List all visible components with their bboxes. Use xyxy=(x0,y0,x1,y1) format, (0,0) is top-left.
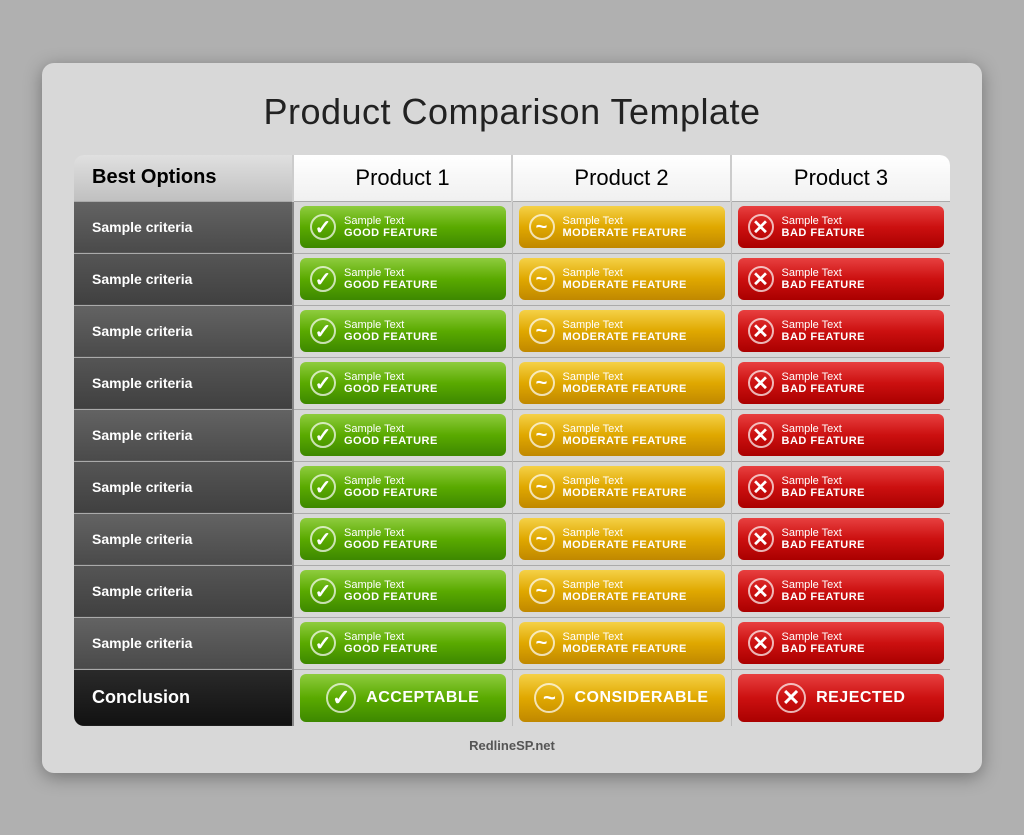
yellow-icon: ~ xyxy=(529,266,555,292)
table-row: Sample criteria ✓ Sample Text GOOD FEATU… xyxy=(74,201,950,253)
conclusion-green-icon: ✓ xyxy=(326,683,356,713)
comparison-table: Best Options Product 1 Product 2 Product… xyxy=(74,155,950,726)
green-cell: ✓ Sample Text GOOD FEATURE xyxy=(293,201,512,253)
red-icon: ✕ xyxy=(748,578,774,604)
yellow-cell: ~ Sample Text MODERATE FEATURE xyxy=(512,201,731,253)
yellow-icon: ~ xyxy=(529,318,555,344)
yellow-cell: ~ Sample Text MODERATE FEATURE xyxy=(512,617,731,669)
red-cell: ✕ Sample Text BAD FEATURE xyxy=(731,513,950,565)
red-icon: ✕ xyxy=(748,266,774,292)
green-icon: ✓ xyxy=(310,474,336,500)
green-icon: ✓ xyxy=(310,422,336,448)
criteria-cell: Sample criteria xyxy=(74,357,293,409)
green-icon: ✓ xyxy=(310,214,336,240)
yellow-cell: ~ Sample Text MODERATE FEATURE xyxy=(512,409,731,461)
conclusion-green-label: ACCEPTABLE xyxy=(366,689,479,707)
yellow-icon: ~ xyxy=(529,578,555,604)
red-icon: ✕ xyxy=(748,214,774,240)
conclusion-red-cell: ✕ REJECTED xyxy=(731,669,950,726)
conclusion-row: Conclusion ✓ ACCEPTABLE ~ CONSIDERABLE ✕… xyxy=(74,669,950,726)
yellow-cell: ~ Sample Text MODERATE FEATURE xyxy=(512,357,731,409)
red-cell: ✕ Sample Text BAD FEATURE xyxy=(731,565,950,617)
green-cell: ✓ Sample Text GOOD FEATURE xyxy=(293,565,512,617)
footer-text: RedlineSP.net xyxy=(74,738,950,753)
green-cell: ✓ Sample Text GOOD FEATURE xyxy=(293,409,512,461)
green-cell: ✓ Sample Text GOOD FEATURE xyxy=(293,513,512,565)
red-cell: ✕ Sample Text BAD FEATURE xyxy=(731,305,950,357)
green-cell: ✓ Sample Text GOOD FEATURE xyxy=(293,253,512,305)
green-cell: ✓ Sample Text GOOD FEATURE xyxy=(293,617,512,669)
criteria-cell: Sample criteria xyxy=(74,461,293,513)
red-cell: ✕ Sample Text BAD FEATURE xyxy=(731,357,950,409)
conclusion-criteria-cell: Conclusion xyxy=(74,669,293,726)
red-icon: ✕ xyxy=(748,318,774,344)
criteria-cell: Sample criteria xyxy=(74,565,293,617)
header-col2: Product 1 xyxy=(293,155,512,202)
table-row: Sample criteria ✓ Sample Text GOOD FEATU… xyxy=(74,357,950,409)
table-row: Sample criteria ✓ Sample Text GOOD FEATU… xyxy=(74,305,950,357)
yellow-cell: ~ Sample Text MODERATE FEATURE xyxy=(512,565,731,617)
page-title: Product Comparison Template xyxy=(74,91,950,133)
green-icon: ✓ xyxy=(310,630,336,656)
comparison-table-wrap: Best Options Product 1 Product 2 Product… xyxy=(74,155,950,726)
table-row: Sample criteria ✓ Sample Text GOOD FEATU… xyxy=(74,409,950,461)
red-icon: ✕ xyxy=(748,526,774,552)
red-icon: ✕ xyxy=(748,474,774,500)
yellow-icon: ~ xyxy=(529,526,555,552)
yellow-cell: ~ Sample Text MODERATE FEATURE xyxy=(512,305,731,357)
yellow-icon: ~ xyxy=(529,630,555,656)
table-row: Sample criteria ✓ Sample Text GOOD FEATU… xyxy=(74,565,950,617)
conclusion-yellow-icon: ~ xyxy=(534,683,564,713)
red-icon: ✕ xyxy=(748,370,774,396)
table-row: Sample criteria ✓ Sample Text GOOD FEATU… xyxy=(74,253,950,305)
table-row: Sample criteria ✓ Sample Text GOOD FEATU… xyxy=(74,617,950,669)
red-cell: ✕ Sample Text BAD FEATURE xyxy=(731,409,950,461)
table-row: Sample criteria ✓ Sample Text GOOD FEATU… xyxy=(74,461,950,513)
criteria-cell: Sample criteria xyxy=(74,305,293,357)
green-icon: ✓ xyxy=(310,526,336,552)
conclusion-red-icon: ✕ xyxy=(776,683,806,713)
criteria-cell: Sample criteria xyxy=(74,617,293,669)
green-cell: ✓ Sample Text GOOD FEATURE xyxy=(293,305,512,357)
green-icon: ✓ xyxy=(310,370,336,396)
conclusion-green-cell: ✓ ACCEPTABLE xyxy=(293,669,512,726)
yellow-cell: ~ Sample Text MODERATE FEATURE xyxy=(512,253,731,305)
red-cell: ✕ Sample Text BAD FEATURE xyxy=(731,253,950,305)
header-col1: Best Options xyxy=(74,155,293,202)
yellow-icon: ~ xyxy=(529,214,555,240)
header-row: Best Options Product 1 Product 2 Product… xyxy=(74,155,950,202)
yellow-icon: ~ xyxy=(529,370,555,396)
conclusion-yellow-label: CONSIDERABLE xyxy=(574,689,708,707)
criteria-cell: Sample criteria xyxy=(74,253,293,305)
yellow-icon: ~ xyxy=(529,422,555,448)
header-col3: Product 2 xyxy=(512,155,731,202)
criteria-cell: Sample criteria xyxy=(74,409,293,461)
conclusion-yellow-cell: ~ CONSIDERABLE xyxy=(512,669,731,726)
conclusion-red-label: REJECTED xyxy=(816,689,905,707)
yellow-cell: ~ Sample Text MODERATE FEATURE xyxy=(512,461,731,513)
red-cell: ✕ Sample Text BAD FEATURE xyxy=(731,201,950,253)
header-col4: Product 3 xyxy=(731,155,950,202)
red-icon: ✕ xyxy=(748,422,774,448)
green-icon: ✓ xyxy=(310,318,336,344)
green-cell: ✓ Sample Text GOOD FEATURE xyxy=(293,461,512,513)
yellow-icon: ~ xyxy=(529,474,555,500)
yellow-cell: ~ Sample Text MODERATE FEATURE xyxy=(512,513,731,565)
green-cell: ✓ Sample Text GOOD FEATURE xyxy=(293,357,512,409)
red-cell: ✕ Sample Text BAD FEATURE xyxy=(731,617,950,669)
red-cell: ✕ Sample Text BAD FEATURE xyxy=(731,461,950,513)
criteria-cell: Sample criteria xyxy=(74,201,293,253)
green-icon: ✓ xyxy=(310,578,336,604)
green-icon: ✓ xyxy=(310,266,336,292)
criteria-cell: Sample criteria xyxy=(74,513,293,565)
table-row: Sample criteria ✓ Sample Text GOOD FEATU… xyxy=(74,513,950,565)
main-card: Product Comparison Template Best Options… xyxy=(42,63,982,773)
red-icon: ✕ xyxy=(748,630,774,656)
